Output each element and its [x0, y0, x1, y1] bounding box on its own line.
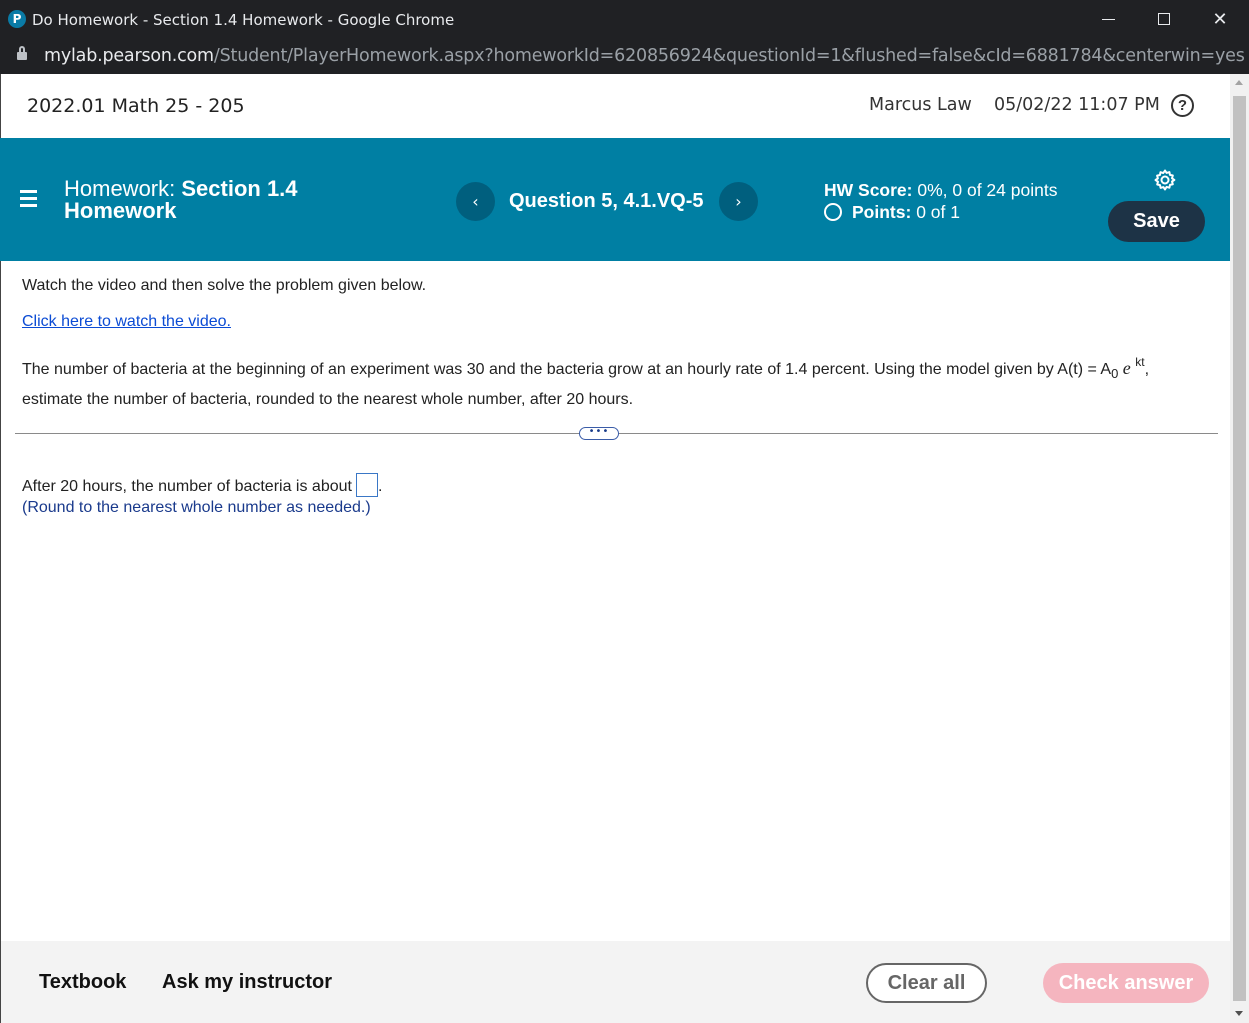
problem-statement: The number of bacteria at the beginning …: [22, 349, 1182, 413]
page-scrollbar[interactable]: [1230, 74, 1249, 1023]
app-header: 2022.01 Math 25 - 205 Marcus Law 05/02/2…: [0, 74, 1230, 138]
next-question-button[interactable]: ›: [719, 182, 758, 221]
window-titlebar: P Do Homework - Section 1.4 Homework - G…: [0, 0, 1249, 38]
save-button[interactable]: Save: [1108, 201, 1205, 242]
user-name: Marcus Law: [869, 95, 972, 115]
problem-text-3: estimate the number of bacteria, rounded…: [22, 391, 634, 408]
footer-bar: Textbook Ask my instructor Clear all Che…: [0, 941, 1230, 1023]
clear-all-button[interactable]: Clear all: [866, 963, 987, 1003]
url-path: /Student/PlayerHomework.aspx?homeworkId=…: [213, 46, 1245, 66]
expand-button[interactable]: •••: [579, 427, 619, 440]
points-value: 0 of 1: [916, 202, 960, 222]
scroll-up-arrow-icon[interactable]: [1235, 80, 1243, 85]
help-icon[interactable]: ?: [1171, 94, 1194, 117]
answer-prefix: After 20 hours, the number of bacteria i…: [22, 478, 352, 495]
instruction-text: Watch the video and then solve the probl…: [22, 277, 427, 294]
problem-e: e: [1122, 358, 1131, 378]
close-window-button[interactable]: ✕: [1192, 0, 1248, 38]
hw-score-value: 0%, 0 of 24 points: [917, 180, 1058, 200]
question-label: Question 5, 4.1.VQ-5: [509, 190, 704, 212]
course-title: 2022.01 Math 25 - 205: [27, 95, 245, 117]
problem-text-2: ,: [1144, 361, 1150, 378]
answer-suffix: .: [377, 478, 383, 495]
minimize-button[interactable]: [1080, 0, 1136, 38]
rounding-note: (Round to the nearest whole number as ne…: [22, 499, 371, 516]
ask-instructor-link[interactable]: Ask my instructor: [162, 971, 332, 994]
lock-icon[interactable]: [17, 46, 27, 61]
answer-line: After 20 hours, the number of bacteria i…: [22, 473, 382, 497]
check-answer-button[interactable]: Check answer: [1043, 963, 1209, 1003]
hw-score-label: HW Score:: [824, 180, 913, 200]
question-content: Watch the video and then solve the probl…: [0, 261, 1230, 941]
problem-subscript: 0: [1111, 366, 1119, 381]
points-circle-icon: [824, 203, 842, 221]
textbook-link[interactable]: Textbook: [39, 971, 126, 994]
answer-input[interactable]: [355, 473, 378, 497]
maximize-button[interactable]: [1136, 0, 1192, 38]
homework-title: Homework: Section 1.4 Homework: [64, 178, 298, 222]
homework-word: Homework: [64, 198, 177, 223]
homework-banner: Homework: Section 1.4 Homework ‹ Questio…: [0, 138, 1230, 261]
scroll-thumb[interactable]: [1233, 96, 1246, 1001]
problem-superscript: kt: [1135, 355, 1145, 369]
current-datetime: 05/02/22 11:07 PM: [994, 95, 1160, 115]
address-bar[interactable]: mylab.pearson.com/Student/PlayerHomework…: [0, 38, 1249, 74]
points-row: Points: 0 of 1: [824, 202, 960, 223]
minimize-icon: [1101, 18, 1115, 20]
menu-icon[interactable]: [20, 190, 37, 208]
url-text[interactable]: mylab.pearson.com/Student/PlayerHomework…: [44, 46, 1245, 66]
hw-score: HW Score: 0%, 0 of 24 points: [824, 180, 1057, 201]
url-host: mylab.pearson.com: [44, 46, 214, 66]
maximize-icon: [1158, 13, 1170, 25]
previous-question-button[interactable]: ‹: [456, 182, 495, 221]
close-icon: ✕: [1212, 8, 1228, 30]
gear-icon[interactable]: [1153, 168, 1177, 192]
pearson-app-icon: P: [8, 10, 26, 28]
problem-text-1: The number of bacteria at the beginning …: [22, 361, 1112, 378]
window-title: Do Homework - Section 1.4 Homework - Goo…: [32, 11, 455, 29]
scroll-down-arrow-icon[interactable]: [1235, 1011, 1243, 1016]
watch-video-link[interactable]: Click here to watch the video.: [22, 313, 231, 331]
points-label: Points:: [852, 202, 912, 222]
homework-section: Section 1.4: [181, 176, 298, 201]
